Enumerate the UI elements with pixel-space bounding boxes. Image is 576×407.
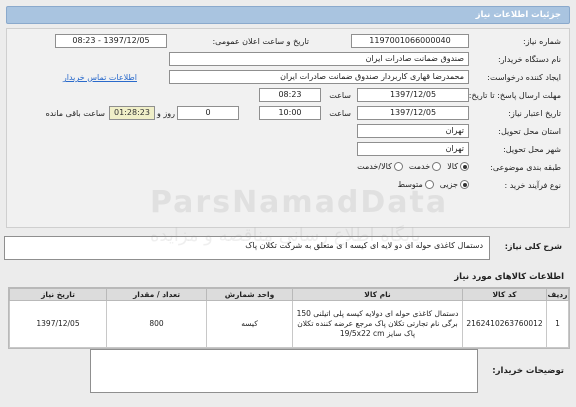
description-label: شرح کلی نیاز: — [504, 242, 562, 251]
validity-time-label: ساعت — [329, 109, 351, 118]
creator-field: محمدرضا قهاری کاربردار صندوق ضمانت صادرا… — [169, 70, 469, 84]
reply-deadline-label: مهلت ارسال پاسخ: تا تاریخ: — [468, 91, 561, 100]
days-field: 0 — [177, 106, 239, 120]
row-number: 1 — [546, 300, 569, 348]
process-label: نوع فرآیند خرید : — [504, 181, 561, 190]
category-option-goods-service[interactable]: کالا/خدمت — [357, 162, 403, 171]
goods-table-header: ردیف کد کالا نام کالا واحد شمارش تعداد /… — [9, 288, 569, 301]
process-radio-group: جزیی متوسط — [398, 180, 469, 189]
col-unit: واحد شمارش — [206, 288, 293, 301]
radio-selected-icon[interactable] — [460, 180, 469, 189]
radio-selected-icon[interactable] — [460, 162, 469, 171]
validity-time-field: 10:00 — [259, 106, 321, 120]
goods-section-title: اطلاعات کالاهای مورد نیاز — [454, 272, 564, 282]
radio-icon[interactable] — [424, 180, 434, 189]
category-radio-group: کالا خدمت کالا/خدمت — [357, 162, 469, 171]
table-row: 1 2162410263760012 دستمال کاغذی حوله ای … — [9, 300, 569, 348]
description-row: شرح کلی نیاز: دستمال کاغذی حوله ای دو لا… — [4, 236, 570, 262]
city-field: تهران — [357, 142, 469, 156]
page-header: جزئیات اطلاعات نیاز — [6, 6, 570, 24]
need-number-field: 1197001066000040 — [351, 34, 469, 48]
buyer-contact-link[interactable]: اطلاعات تماس خریدار — [63, 73, 137, 82]
category-option-service[interactable]: خدمت — [409, 162, 442, 171]
remaining-time-field: 01:28:23 — [109, 106, 155, 120]
row-code: 2162410263760012 — [462, 300, 547, 348]
need-number-label: شماره نیاز: — [523, 37, 561, 46]
city-label: شهر محل تحویل: — [503, 145, 561, 154]
col-code: کد کالا — [462, 288, 547, 301]
process-option-minor[interactable]: جزیی — [440, 180, 469, 189]
col-qty: تعداد / مقدار — [106, 288, 207, 301]
buyer-org-label: نام دستگاه خریدار: — [498, 55, 561, 64]
need-details-page: جزئیات اطلاعات نیاز شماره نیاز: 11970010… — [0, 0, 576, 407]
announce-label: تاریخ و ساعت اعلان عمومی: — [212, 37, 309, 46]
goods-table: ردیف کد کالا نام کالا واحد شمارش تعداد /… — [8, 287, 570, 349]
reply-time-field: 08:23 — [259, 88, 321, 102]
radio-icon[interactable] — [432, 162, 442, 171]
col-row: ردیف — [546, 288, 569, 301]
buyer-org-field: صندوق ضمانت صادرات ایران — [169, 52, 469, 66]
validity-date-field: 1397/12/05 — [357, 106, 469, 120]
radio-icon[interactable] — [393, 162, 403, 171]
announce-field: 1397/12/05 - 08:23 — [55, 34, 167, 48]
col-date: تاریخ نیاز — [9, 288, 107, 301]
reply-time-label: ساعت — [329, 91, 351, 100]
days-label: روز و — [157, 109, 175, 118]
creator-label: ایجاد کننده درخواست: — [487, 73, 561, 82]
row-qty: 800 — [106, 300, 207, 348]
need-info-form: شماره نیاز: 1197001066000040 تاریخ و ساع… — [6, 28, 570, 228]
category-label: طبقه بندی موضوعی: — [490, 163, 561, 172]
buyer-notes-box — [90, 349, 478, 393]
row-name: دستمال کاغذی حوله ای دولایه کیسه پلی اتی… — [292, 300, 463, 348]
province-field: تهران — [357, 124, 469, 138]
row-unit: کیسه — [206, 300, 293, 348]
process-option-medium[interactable]: متوسط — [398, 180, 434, 189]
province-label: استان محل تحویل: — [498, 127, 561, 136]
description-box: دستمال کاغذی حوله ای دو لایه ای کیسه ا ی… — [4, 236, 490, 260]
remaining-label: ساعت باقی مانده — [45, 109, 105, 118]
reply-date-field: 1397/12/05 — [357, 88, 469, 102]
row-date: 1397/12/05 — [9, 300, 107, 348]
col-name: نام کالا — [292, 288, 463, 301]
buyer-notes-label: توضیحات خریدار: — [492, 366, 564, 376]
category-option-goods[interactable]: کالا — [447, 162, 469, 171]
validity-label: تاریخ اعتبار نیاز: — [508, 109, 561, 118]
